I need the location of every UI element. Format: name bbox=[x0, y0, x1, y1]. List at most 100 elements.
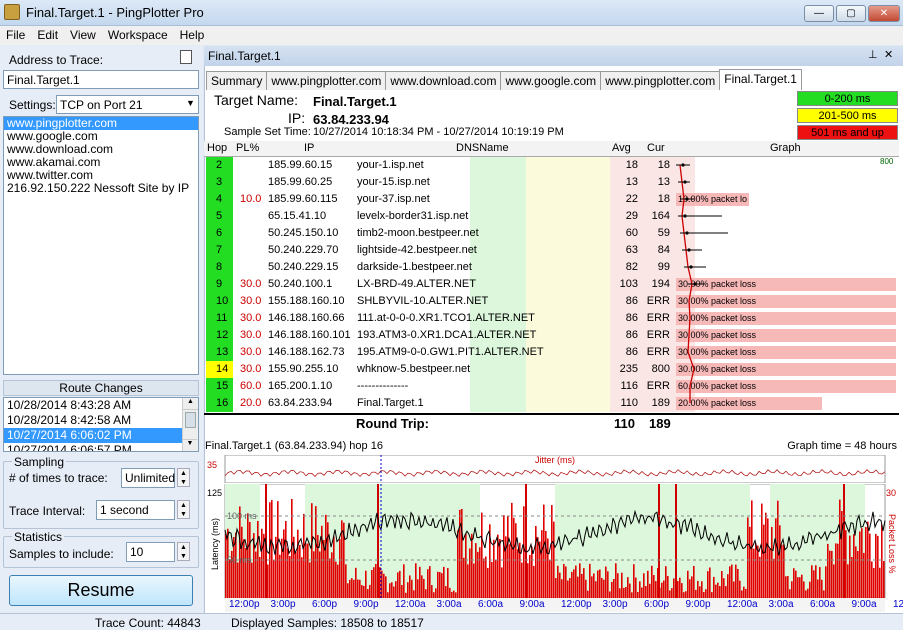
col-dns[interactable]: DNSName bbox=[456, 142, 509, 154]
packet-loss-bar bbox=[533, 565, 535, 598]
route-changes-list[interactable]: 10/28/2014 8:43:28 AM 10/28/2014 8:42:58… bbox=[3, 397, 199, 452]
close-icon[interactable]: ✕ bbox=[884, 48, 893, 61]
new-document-icon[interactable] bbox=[180, 50, 192, 64]
col-cur[interactable]: Cur bbox=[647, 142, 665, 154]
packet-loss-bar bbox=[431, 585, 433, 598]
settings-select[interactable]: TCP on Port 21 bbox=[56, 95, 199, 114]
packet-loss-bar bbox=[417, 579, 419, 598]
interval-input[interactable]: 1 second bbox=[96, 500, 175, 520]
col-hop[interactable]: Hop bbox=[207, 142, 227, 154]
packet-loss-bar bbox=[823, 590, 825, 598]
timeline-header: Final.Target.1 (63.84.233.94) hop 16 Gra… bbox=[205, 440, 899, 454]
packet-loss-bar bbox=[787, 575, 789, 598]
packet-loss-bar bbox=[651, 565, 653, 598]
latency-100-label: 100 ms bbox=[227, 511, 257, 521]
times-stepper[interactable]: ▲ ▼ bbox=[177, 468, 190, 487]
packet-loss-bar bbox=[705, 589, 707, 598]
packet-loss-bar bbox=[607, 571, 609, 598]
menu-file[interactable]: File bbox=[0, 26, 31, 44]
list-item[interactable]: 216.92.150.222 Nessoft Site by IP bbox=[4, 182, 198, 195]
minimize-button[interactable]: — bbox=[804, 5, 834, 22]
col-graph[interactable]: Graph bbox=[770, 142, 801, 154]
packet-loss-bar bbox=[679, 577, 681, 598]
interval-label: Trace Interval: bbox=[9, 504, 86, 518]
packet-loss-bar bbox=[225, 533, 227, 598]
tab-pingplotter[interactable]: www.pingplotter.com bbox=[266, 71, 387, 90]
packet-loss-bar bbox=[541, 530, 543, 598]
packet-loss-bar bbox=[849, 535, 851, 598]
scrollbar[interactable]: ▲ ▼ bbox=[182, 398, 198, 451]
tab-google[interactable]: www.google.com bbox=[500, 71, 602, 90]
title-bar: Final.Target.1 - PingPlotter Pro — ▢ ✕ bbox=[0, 0, 903, 26]
list-item[interactable]: 10/27/2014 6:06:02 PM bbox=[4, 428, 198, 443]
packet-loss-bar bbox=[833, 564, 835, 598]
times-input[interactable]: Unlimited bbox=[121, 468, 175, 488]
packet-loss-bar bbox=[329, 558, 331, 598]
col-ip[interactable]: IP bbox=[304, 142, 314, 154]
latency-point bbox=[693, 282, 697, 286]
packet-loss-bar bbox=[775, 518, 777, 598]
packet-loss-bar bbox=[581, 573, 583, 598]
packet-loss-bar bbox=[553, 521, 555, 598]
packet-loss-bar bbox=[653, 575, 655, 598]
packet-loss-bar bbox=[261, 528, 263, 598]
packet-loss-bar bbox=[785, 576, 787, 598]
packet-loss-bar bbox=[309, 562, 311, 598]
menu-workspace[interactable]: Workspace bbox=[102, 26, 174, 44]
packet-loss-bar bbox=[747, 517, 749, 598]
packet-loss-bar bbox=[493, 539, 495, 598]
latency-graph[interactable]: 125 100 ms 50 ms 30 Latency (ms) Packet Loss … bbox=[205, 484, 899, 598]
tab-summary[interactable]: Summary bbox=[206, 71, 268, 90]
packet-loss-bar bbox=[595, 581, 597, 598]
samples-input[interactable]: 10 bbox=[126, 542, 175, 562]
col-avg[interactable]: Avg bbox=[612, 142, 631, 154]
close-button[interactable]: ✕ bbox=[868, 5, 900, 22]
packet-loss-bar bbox=[817, 579, 819, 598]
timeline-title: Final.Target.1 (63.84.233.94) hop 16 bbox=[205, 440, 383, 452]
pin-icon[interactable]: ⊥ bbox=[868, 48, 878, 61]
packet-loss-bar bbox=[373, 567, 375, 598]
scroll-up-icon[interactable]: ▲ bbox=[183, 398, 198, 410]
packet-loss-bar bbox=[707, 571, 709, 598]
packet-loss-bar bbox=[723, 578, 725, 598]
menu-help[interactable]: Help bbox=[174, 26, 211, 44]
packet-loss-bar bbox=[783, 544, 785, 598]
list-item[interactable]: 10/27/2014 6:06:57 PM bbox=[4, 443, 198, 451]
packet-loss-bar bbox=[463, 557, 465, 598]
packet-loss-bar bbox=[319, 551, 321, 598]
tab-final-target[interactable]: Final.Target.1 bbox=[719, 69, 802, 90]
samples-stepper[interactable]: ▲ ▼ bbox=[177, 542, 190, 561]
packet-loss-bar bbox=[875, 533, 877, 598]
chevron-down-icon[interactable]: ▼ bbox=[186, 98, 195, 108]
packet-loss-bar bbox=[251, 562, 253, 598]
target-list[interactable]: www.pingplotter.com www.google.com www.d… bbox=[3, 116, 199, 375]
ip-value: 63.84.233.94 bbox=[313, 112, 389, 127]
latency-trend-line bbox=[676, 163, 728, 403]
tab-pingplotter-2[interactable]: www.pingplotter.com bbox=[600, 71, 721, 90]
maximize-button[interactable]: ▢ bbox=[836, 5, 866, 22]
list-item[interactable]: 10/28/2014 8:43:28 AM bbox=[4, 398, 198, 413]
packet-loss-bar bbox=[339, 539, 341, 598]
menu-edit[interactable]: Edit bbox=[31, 26, 64, 44]
packet-loss-bar bbox=[441, 573, 443, 598]
packet-loss-bar bbox=[335, 561, 337, 598]
packet-loss-bar bbox=[273, 559, 275, 598]
menu-view[interactable]: View bbox=[64, 26, 102, 44]
col-pl[interactable]: PL% bbox=[236, 142, 259, 154]
packet-loss-bar bbox=[861, 528, 863, 598]
packet-loss-bar bbox=[237, 562, 239, 598]
resume-button[interactable]: Resume bbox=[9, 575, 193, 606]
list-item[interactable]: 10/28/2014 8:42:58 AM bbox=[4, 413, 198, 428]
tab-download[interactable]: www.download.com bbox=[385, 71, 502, 90]
packet-loss-bar bbox=[681, 583, 683, 598]
packet-loss-bar bbox=[605, 566, 607, 598]
packet-loss-bar bbox=[345, 564, 347, 598]
latency-point bbox=[681, 163, 685, 167]
interval-stepper[interactable]: ▲ ▼ bbox=[177, 500, 190, 519]
scroll-down-icon[interactable]: ▼ bbox=[183, 439, 197, 451]
scroll-thumb[interactable] bbox=[185, 412, 196, 428]
packet-loss-bar bbox=[593, 573, 595, 598]
packet-loss-bar bbox=[531, 546, 533, 598]
address-input[interactable]: Final.Target.1 bbox=[3, 70, 199, 89]
latency-point bbox=[685, 197, 689, 201]
